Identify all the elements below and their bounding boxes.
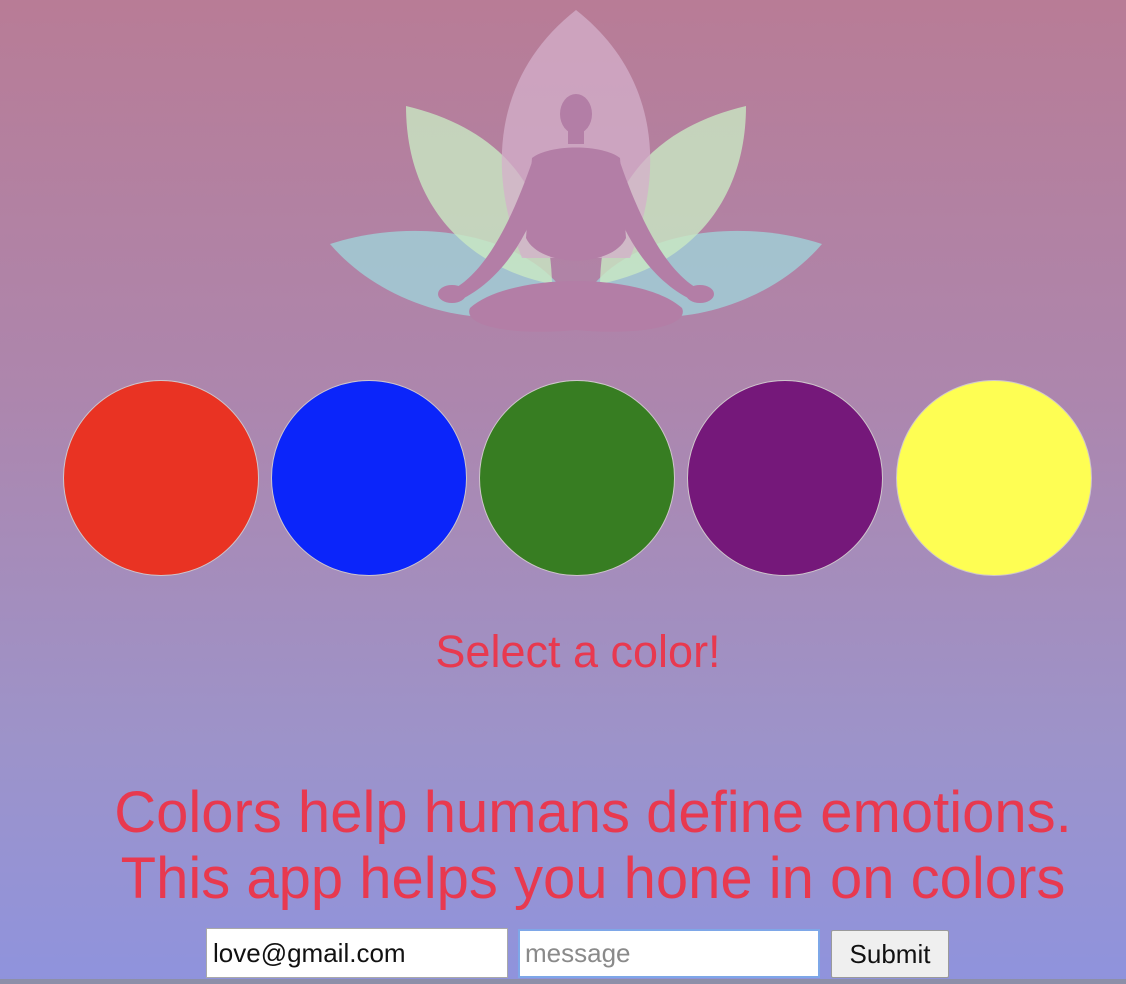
- select-color-prompt: Select a color!: [435, 626, 721, 677]
- headline-line-2: This app helps you hone in on colors: [120, 846, 1066, 911]
- color-swatch-yellow[interactable]: [896, 380, 1092, 576]
- color-swatch-blue[interactable]: [271, 380, 467, 576]
- message-field[interactable]: [518, 929, 820, 978]
- color-swatch-purple[interactable]: [687, 380, 883, 576]
- color-options: [0, 380, 1126, 580]
- color-swatch-red[interactable]: [63, 380, 259, 576]
- contact-form: Submit: [0, 928, 1126, 984]
- bottom-edge: [0, 979, 1126, 984]
- email-field[interactable]: [206, 928, 508, 978]
- headline-line-1: Colors help humans define emotions.: [114, 780, 1072, 845]
- headline: Colors help humans define emotions. This…: [30, 780, 1126, 912]
- submit-button[interactable]: Submit: [831, 930, 949, 978]
- meditation-lotus-icon: [330, 10, 822, 332]
- color-swatch-green[interactable]: [479, 380, 675, 576]
